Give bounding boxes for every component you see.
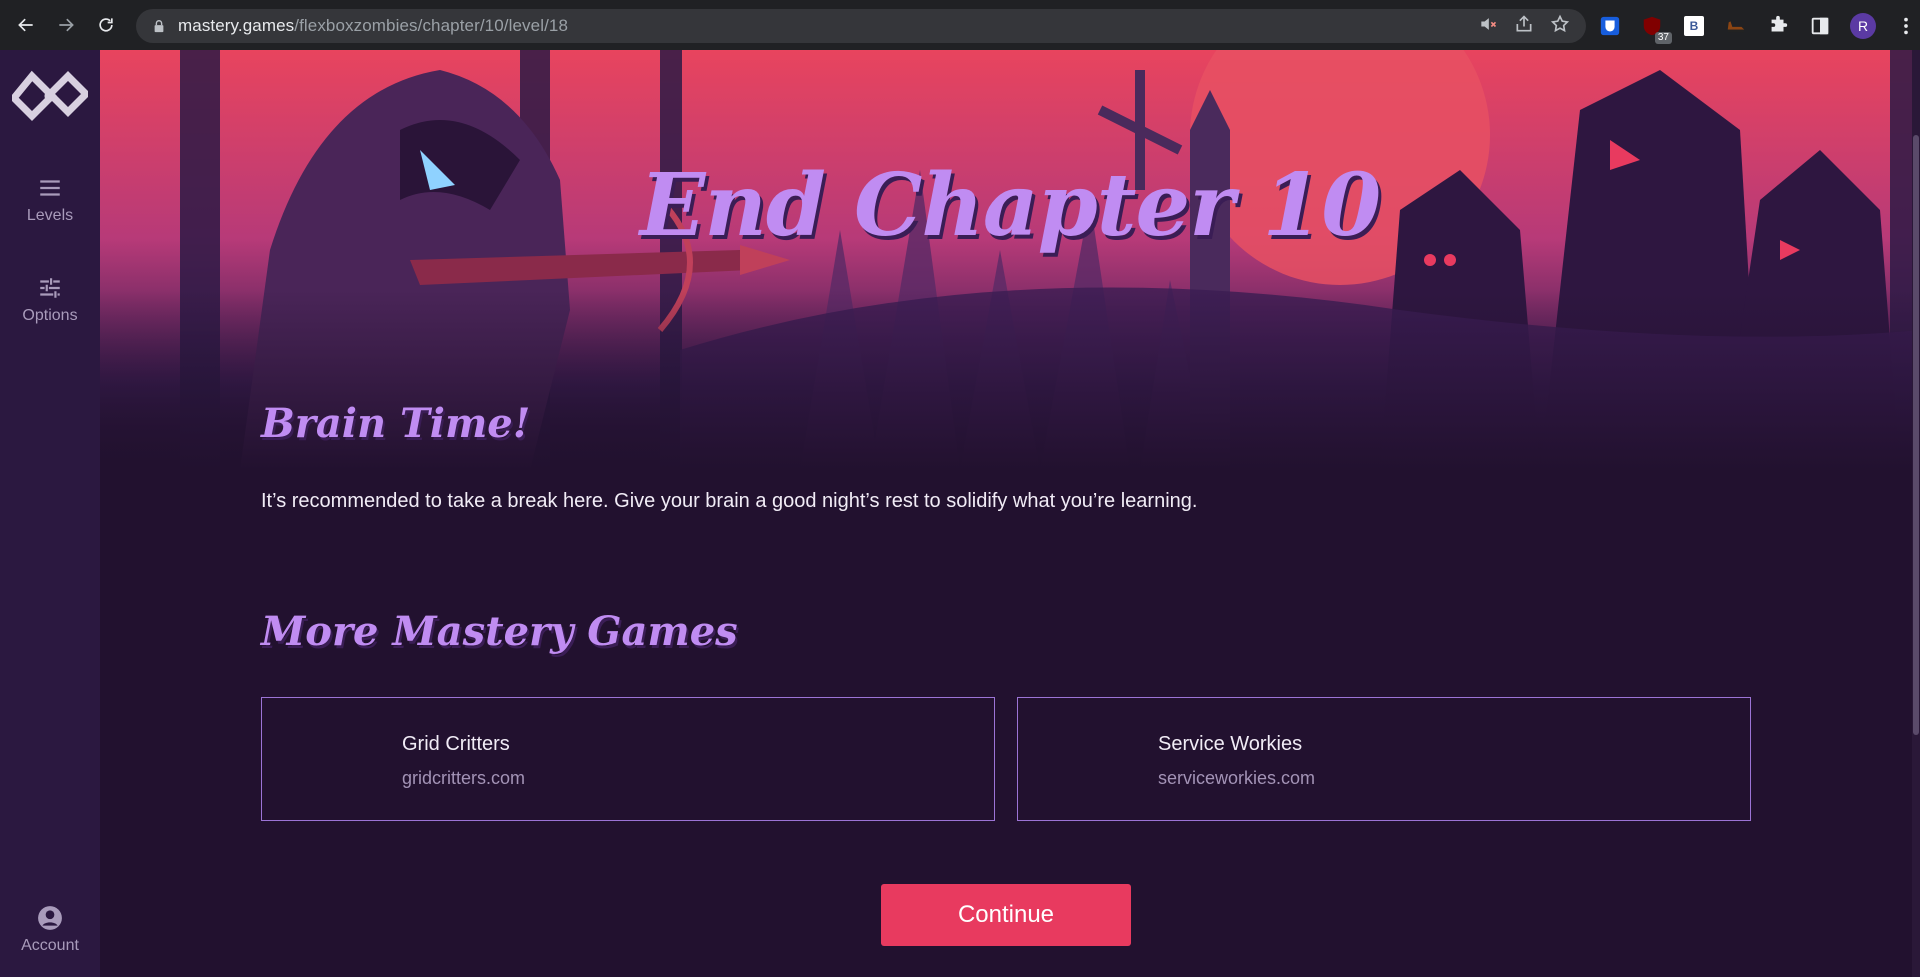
hamburger-menu-icon	[40, 180, 60, 196]
account-icon	[38, 906, 62, 930]
brain-time-text: It’s recommended to take a break here. G…	[261, 490, 1198, 512]
lock-icon	[152, 19, 166, 33]
ublock-extension-icon[interactable]: 37	[1640, 14, 1672, 44]
game-card-name: Grid Critters	[402, 733, 510, 755]
profile-avatar[interactable]: R	[1850, 13, 1876, 39]
sidebar-options-label: Options	[22, 307, 78, 324]
game-card-domain: serviceworkies.com	[1158, 768, 1316, 788]
bookmark-star-icon[interactable]	[1550, 14, 1570, 39]
game-card-grid-critters[interactable]: Grid Critters gridcritters.com	[261, 697, 995, 821]
page-scrollbar[interactable]	[1912, 50, 1920, 977]
extensions-puzzle-icon[interactable]	[1766, 14, 1790, 38]
address-bar[interactable]: mastery.games/flexboxzombies/chapter/10/…	[136, 9, 1586, 43]
forward-icon[interactable]	[48, 7, 84, 43]
main-content: End Chapter 10 Brain Time! It’s recommen…	[100, 50, 1920, 977]
back-icon[interactable]	[8, 7, 44, 43]
url-text: mastery.games/flexboxzombies/chapter/10/…	[178, 16, 569, 35]
sidebar-account-label: Account	[21, 937, 79, 954]
muted-audio-icon[interactable]	[1478, 14, 1498, 39]
sidebar-item-levels[interactable]: Levels	[0, 175, 100, 225]
sidebar-item-options[interactable]: Options	[0, 275, 100, 325]
app-sidebar: Levels Options Account	[0, 50, 100, 977]
game-card-name: Service Workies	[1158, 733, 1303, 755]
mastery-logo-icon[interactable]	[9, 68, 91, 128]
brain-time-heading: Brain Time!	[261, 400, 531, 447]
sidebar-item-account[interactable]: Account	[0, 905, 100, 955]
kebab-menu-icon[interactable]	[1894, 14, 1918, 38]
b-extension-icon[interactable]: B	[1682, 14, 1706, 38]
sliders-icon	[40, 278, 60, 298]
sidebar-levels-label: Levels	[26, 207, 74, 224]
extension-badge-count: 37	[1654, 32, 1672, 44]
b-extension-label: B	[1684, 16, 1704, 36]
side-panel-icon[interactable]	[1808, 14, 1832, 38]
hat-extension-icon[interactable]	[1724, 14, 1748, 38]
chapter-title: End Chapter 10	[639, 155, 1381, 256]
game-card-domain: gridcritters.com	[402, 768, 526, 788]
browser-toolbar: mastery.games/flexboxzombies/chapter/10/…	[0, 0, 1920, 50]
profile-initial: R	[1857, 18, 1869, 34]
reload-icon[interactable]	[88, 7, 124, 43]
game-card-service-workies[interactable]: Service Workies serviceworkies.com	[1017, 697, 1751, 821]
continue-button[interactable]: Continue	[881, 884, 1131, 946]
scrollbar-thumb[interactable]	[1913, 135, 1919, 735]
bitwarden-extension-icon[interactable]	[1598, 14, 1622, 38]
share-icon[interactable]	[1514, 14, 1534, 39]
more-games-heading: More Mastery Games	[261, 608, 738, 655]
